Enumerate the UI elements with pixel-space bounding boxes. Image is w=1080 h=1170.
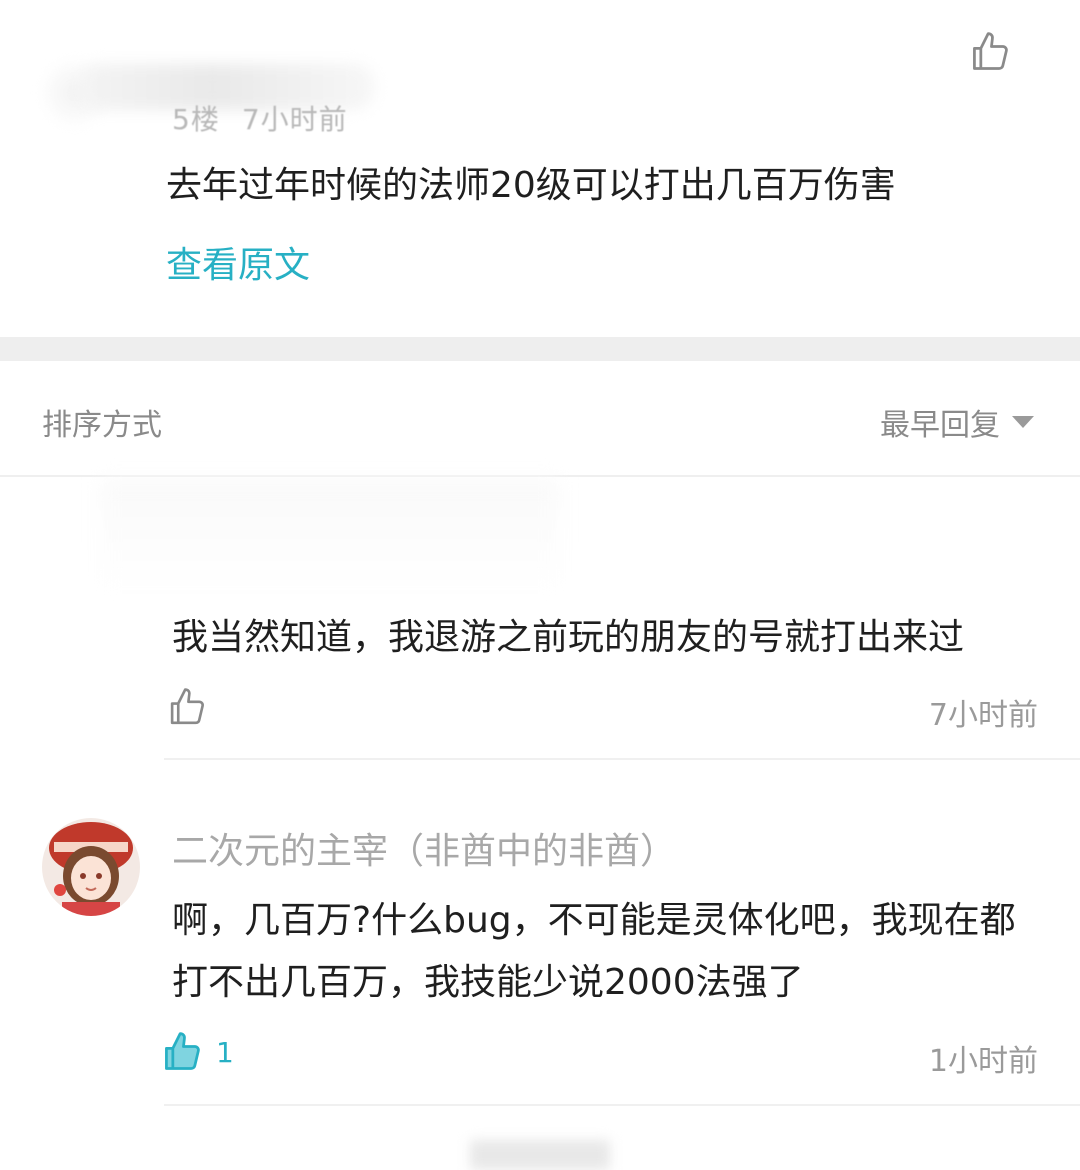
reply-text: 啊，几百万?什么bug，不可能是灵体化吧，我现在都打不出几百万，我技能少说200… — [172, 900, 1016, 1003]
reply-text: 我当然知道，我退游之前玩的朋友的号就打出来过 — [172, 617, 965, 658]
reply-divider — [164, 758, 1080, 760]
floor-meta: 5楼 7小时前 — [172, 98, 348, 138]
reply-time: 7小时前 — [928, 698, 1038, 733]
thumbs-up-filled-icon[interactable] — [160, 1030, 204, 1074]
thumbs-up-icon[interactable] — [166, 686, 208, 728]
floor-comment-text: 去年过年时候的法师20级可以打出几百万伤害 — [166, 165, 896, 206]
thumbs-up-icon[interactable] — [968, 30, 1012, 74]
blurred-footer — [470, 1140, 610, 1170]
like-count: 1 — [216, 1036, 234, 1069]
sort-label: 排序方式 — [42, 408, 162, 443]
section-divider — [0, 337, 1080, 361]
blurred-reply-header — [100, 480, 560, 590]
reply-time: 1小时前 — [928, 1044, 1038, 1079]
reply-author[interactable]: 二次元的主宰（非酋中的非酋） — [172, 822, 676, 874]
view-original-link[interactable]: 查看原文 — [166, 236, 310, 288]
sort-dropdown[interactable]: 最早回复 — [880, 400, 1034, 444]
caret-down-icon — [1012, 416, 1034, 428]
floor-number: 5楼 — [172, 103, 220, 136]
sort-value: 最早回复 — [880, 408, 1000, 443]
floor-time: 7小时前 — [241, 103, 348, 136]
sort-divider — [0, 475, 1080, 477]
avatar[interactable] — [42, 818, 140, 916]
reply-divider — [164, 1104, 1080, 1106]
